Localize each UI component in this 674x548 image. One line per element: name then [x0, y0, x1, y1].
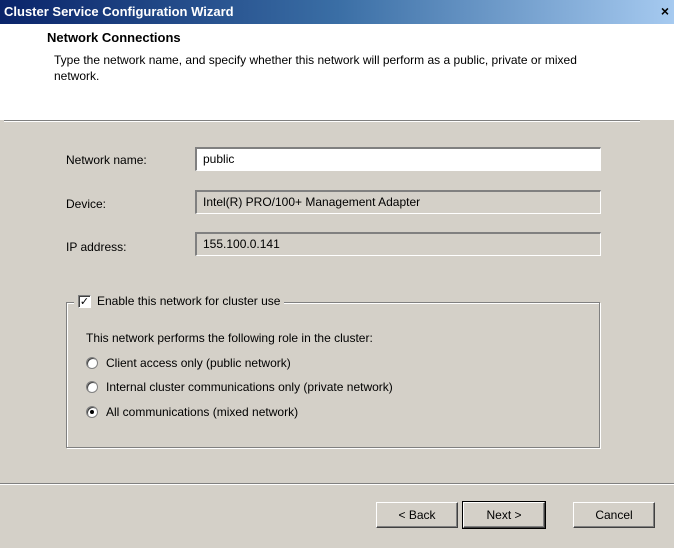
cancel-button[interactable]: Cancel [573, 502, 655, 528]
enable-cluster-label[interactable]: Enable this network for cluster use [97, 294, 280, 308]
role-label-mixed[interactable]: All communications (mixed network) [106, 405, 298, 419]
role-label-public[interactable]: Client access only (public network) [106, 356, 291, 370]
role-option-private[interactable]: Internal cluster communications only (pr… [86, 380, 393, 394]
ip-address-field: 155.100.0.141 [195, 232, 601, 256]
window-title: Cluster Service Configuration Wizard [4, 4, 234, 19]
cluster-use-legend: ✓ Enable this network for cluster use [74, 291, 285, 311]
cluster-use-group [66, 302, 600, 448]
footer-divider [0, 483, 674, 485]
next-button[interactable]: Next > [462, 501, 546, 529]
role-option-mixed[interactable]: All communications (mixed network) [86, 405, 298, 419]
close-icon[interactable]: × [656, 2, 674, 20]
enable-cluster-checkbox[interactable]: ✓ [78, 294, 91, 308]
role-label-private[interactable]: Internal cluster communications only (pr… [106, 380, 393, 394]
radio-public[interactable] [86, 357, 98, 369]
header-divider [4, 120, 640, 122]
device-label: Device: [66, 197, 107, 211]
role-prompt: This network performs the following role… [86, 331, 373, 345]
radio-mixed[interactable] [86, 406, 98, 418]
page-description: Type the network name, and specify wheth… [54, 53, 577, 83]
radio-private[interactable] [86, 381, 98, 393]
page-title: Network Connections [47, 30, 181, 45]
device-field: Intel(R) PRO/100+ Management Adapter [195, 190, 601, 214]
back-button[interactable]: < Back [376, 502, 458, 528]
ip-address-label: IP address: [66, 240, 127, 254]
network-name-input[interactable]: public [195, 147, 601, 171]
title-bar: Cluster Service Configuration Wizard × [0, 0, 674, 24]
role-option-public[interactable]: Client access only (public network) [86, 356, 291, 370]
network-name-label: Network name: [66, 153, 147, 167]
